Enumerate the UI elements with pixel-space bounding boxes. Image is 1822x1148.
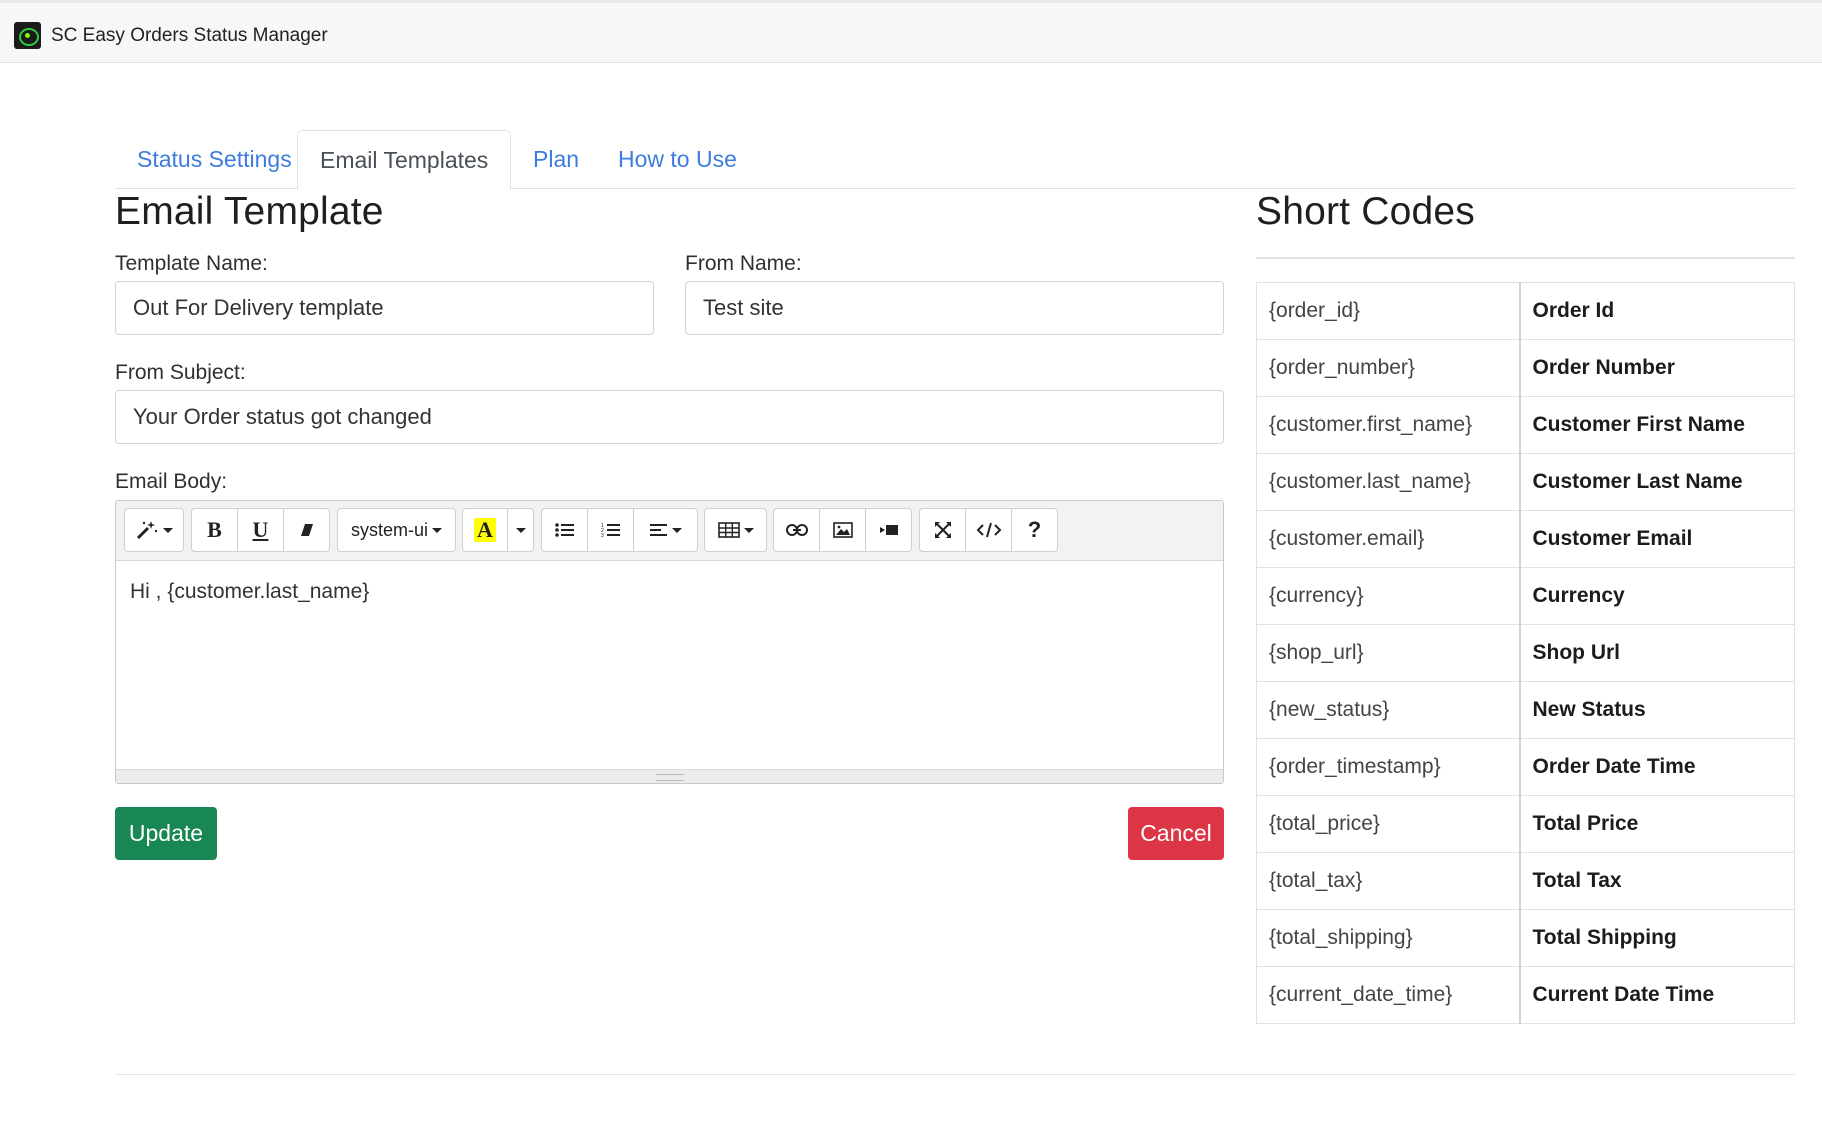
short-code-description: New Status (1519, 681, 1795, 739)
table-row: {customer.last_name} Customer Last Name (1256, 453, 1795, 511)
table-row: {order_id} Order Id (1256, 282, 1795, 340)
paragraph-align-button[interactable] (633, 508, 698, 552)
eraser-icon (300, 524, 313, 536)
short-code: {total_price} (1256, 795, 1521, 853)
clear-format-button[interactable] (283, 508, 330, 552)
short-code: {customer.email} (1256, 510, 1521, 568)
short-code: {order_number} (1256, 339, 1521, 397)
email-body-editor: B U system-ui A 123 ? Hi , {customer.las… (115, 500, 1224, 784)
style-button[interactable] (124, 508, 184, 552)
short-code-description: Customer Email (1519, 510, 1795, 568)
table-row: {current_date_time} Current Date Time (1256, 966, 1795, 1024)
from-subject-input[interactable]: Your Order status got changed (115, 390, 1224, 444)
short-code: {current_date_time} (1256, 966, 1521, 1024)
short-code-description: Order Id (1519, 282, 1795, 340)
table-row: {total_tax} Total Tax (1256, 852, 1795, 910)
table-row: {customer.email} Customer Email (1256, 510, 1795, 568)
short-code-description: Current Date Time (1519, 966, 1795, 1024)
short-codes-table: {order_id} Order Id {order_number} Order N… (1256, 282, 1795, 1024)
short-code-description: Shop Url (1519, 624, 1795, 682)
ordered-list-button[interactable]: 123 (587, 508, 634, 552)
table-row: {total_shipping} Total Shipping (1256, 909, 1795, 967)
font-family-value: system-ui (350, 519, 428, 540)
email-body-content[interactable]: Hi , {customer.last_name} (116, 562, 1223, 770)
short-code-description: Order Date Time (1519, 738, 1795, 796)
short-codes-divider (1256, 257, 1795, 259)
tab-plan[interactable]: Plan (511, 130, 601, 189)
table-row: {order_number} Order Number (1256, 339, 1795, 397)
short-code-description: Order Number (1519, 339, 1795, 397)
svg-text:3: 3 (601, 533, 604, 539)
short-code-description: Total Tax (1519, 852, 1795, 910)
chevron-down-icon (515, 527, 526, 533)
text-color-button[interactable]: A (462, 508, 508, 552)
tab-bar: Status Settings Email Templates Plan How… (115, 130, 1795, 190)
tab-how-to-use[interactable]: How to Use (596, 130, 759, 189)
short-code: {customer.first_name} (1256, 396, 1521, 454)
table-icon (717, 522, 740, 538)
app-logo-icon (14, 22, 41, 49)
short-code: {total_tax} (1256, 852, 1521, 910)
table-button[interactable] (704, 508, 767, 552)
short-code-description: Customer Last Name (1519, 453, 1795, 511)
table-row: {order_timestamp} Order Date Time (1256, 738, 1795, 796)
editor-toolbar: B U system-ui A 123 ? (116, 501, 1223, 561)
help-icon: ? (1027, 517, 1042, 542)
table-row: {total_price} Total Price (1256, 795, 1795, 853)
short-code: {shop_url} (1256, 624, 1521, 682)
editor-resize-handle[interactable] (116, 769, 1223, 783)
short-code-description: Currency (1519, 567, 1795, 625)
short-code: {new_status} (1256, 681, 1521, 739)
font-color-icon: A (474, 518, 496, 542)
short-code: {total_shipping} (1256, 909, 1521, 967)
table-row: {currency} Currency (1256, 567, 1795, 625)
from-name-input[interactable]: Test site (685, 281, 1224, 335)
update-button[interactable]: Update (115, 807, 217, 860)
numbered-list-icon: 123 (601, 523, 620, 539)
tab-status-settings[interactable]: Status Settings (115, 130, 314, 189)
footer-divider (115, 1074, 1795, 1075)
short-code-description: Total Price (1519, 795, 1795, 853)
code-view-button[interactable] (965, 508, 1012, 552)
align-left-icon (649, 524, 667, 536)
app-header: SC Easy Orders Status Manager (0, 0, 1822, 63)
bullet-list-icon (554, 523, 574, 537)
code-icon (976, 522, 1001, 538)
video-icon (879, 525, 898, 535)
template-name-input[interactable]: Out For Delivery template (115, 281, 654, 335)
app-title: SC Easy Orders Status Manager (51, 25, 328, 46)
short-code-description: Total Shipping (1519, 909, 1795, 967)
tab-email-templates[interactable]: Email Templates (297, 130, 512, 190)
font-family-select[interactable]: system-ui (337, 508, 456, 552)
short-code-description: Customer First Name (1519, 396, 1795, 454)
cancel-button[interactable]: Cancel (1128, 807, 1224, 860)
magic-wand-icon (136, 521, 158, 540)
table-row: {customer.first_name} Customer First Name (1256, 396, 1795, 454)
help-button[interactable]: ? (1011, 508, 1058, 552)
bold-button[interactable]: B (191, 508, 238, 552)
link-icon (785, 524, 808, 536)
fullscreen-button[interactable] (919, 508, 966, 552)
table-row: {new_status} New Status (1256, 681, 1795, 739)
from-name-label: From Name: (685, 252, 802, 275)
from-subject-label: From Subject: (115, 361, 246, 384)
underline-button[interactable]: U (237, 508, 284, 552)
short-code: {currency} (1256, 567, 1521, 625)
insert-picture-button[interactable] (819, 508, 866, 552)
picture-icon (832, 522, 853, 538)
unordered-list-button[interactable] (541, 508, 588, 552)
insert-video-button[interactable] (865, 508, 912, 552)
short-codes-title: Short Codes (1256, 190, 1475, 233)
page-title: Email Template (115, 190, 384, 233)
template-name-label: Template Name: (115, 252, 268, 275)
insert-link-button[interactable] (773, 508, 820, 552)
text-color-dropdown[interactable] (507, 508, 534, 552)
short-code: {customer.last_name} (1256, 453, 1521, 511)
short-code: {order_id} (1256, 282, 1521, 340)
email-body-label: Email Body: (115, 470, 228, 493)
fullscreen-icon (934, 522, 951, 538)
short-code: {order_timestamp} (1256, 738, 1521, 796)
table-row: {shop_url} Shop Url (1256, 624, 1795, 682)
